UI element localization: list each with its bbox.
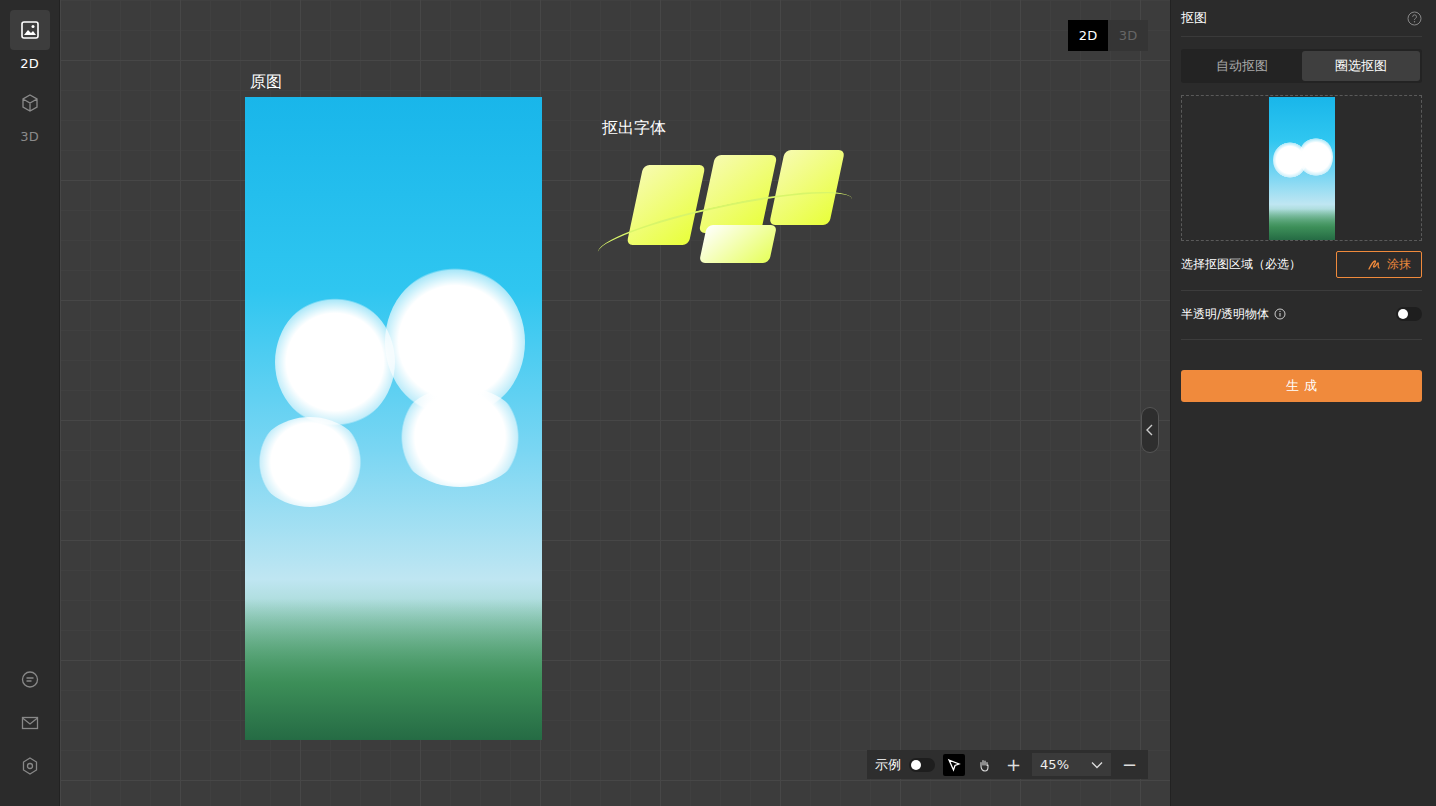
tabs: 自动抠图圈选抠图 — [1181, 49, 1422, 83]
mode-option[interactable]: 3D — [1108, 20, 1148, 51]
zoom-value: 45% — [1040, 757, 1069, 772]
sidebar-item[interactable]: 2D — [10, 10, 50, 71]
chevron-left-icon — [1145, 424, 1155, 436]
mail-icon[interactable] — [20, 713, 40, 733]
region-label: 选择抠图区域（必选） — [1181, 256, 1301, 273]
sidebar-label: 2D — [20, 56, 38, 71]
cube-icon — [20, 93, 40, 113]
example-toggle[interactable] — [909, 758, 935, 772]
original-image[interactable] — [245, 97, 542, 740]
tool-button[interactable] — [973, 754, 995, 776]
chat-icon[interactable] — [20, 670, 40, 690]
brush-button[interactable]: 涂抹 — [1336, 251, 1422, 278]
transparent-label: 半透明/透明物体 — [1181, 306, 1286, 323]
sidebar: 2D 3D — [0, 0, 60, 806]
original-label: 原图 — [250, 72, 282, 93]
collapse-panel-button[interactable] — [1141, 407, 1159, 453]
canvas-toolbar: 示例 +45% − — [867, 750, 1148, 779]
cutout-image[interactable] — [585, 145, 865, 275]
brush-icon — [1367, 258, 1381, 272]
app: 2D3D原图抠出字体2D3D示例+45%−抠图自动抠图圈选抠图选择抠图区域（必选… — [0, 0, 1436, 806]
mode-option[interactable]: 2D — [1068, 20, 1108, 51]
transparent-toggle[interactable] — [1396, 307, 1422, 321]
tool-button[interactable] — [943, 754, 965, 776]
generate-button[interactable]: 生 成 — [1181, 370, 1422, 402]
sidebar-item[interactable]: 3D — [10, 83, 50, 144]
pointer-icon — [947, 758, 961, 772]
tab[interactable]: 自动抠图 — [1183, 51, 1302, 81]
hand-icon — [977, 758, 991, 772]
sidebar-label: 3D — [20, 129, 38, 144]
gear-icon[interactable] — [20, 756, 40, 776]
example-label: 示例 — [875, 756, 901, 774]
help-icon[interactable] — [1407, 11, 1422, 26]
panel-title: 抠图 — [1181, 9, 1207, 27]
cutout-panel: 抠图自动抠图圈选抠图选择抠图区域（必选） 涂抹半透明/透明物体 生 成 — [1170, 0, 1436, 806]
zoom-out-button[interactable]: − — [1119, 756, 1140, 774]
zoom-in-button[interactable]: + — [1003, 756, 1024, 774]
zoom-select[interactable]: 45% — [1032, 753, 1111, 776]
image-icon — [20, 20, 40, 40]
thumbnail-box[interactable] — [1181, 95, 1422, 241]
tab[interactable]: 圈选抠图 — [1302, 51, 1421, 81]
result-label: 抠出字体 — [602, 118, 666, 139]
chevron-down-icon — [1091, 761, 1103, 769]
thumbnail-image — [1269, 97, 1335, 240]
canvas[interactable]: 原图抠出字体 2D3D 示例 +45% − — [60, 0, 1170, 806]
mode-switch: 2D3D — [1068, 20, 1148, 51]
info-icon[interactable] — [1274, 308, 1286, 320]
